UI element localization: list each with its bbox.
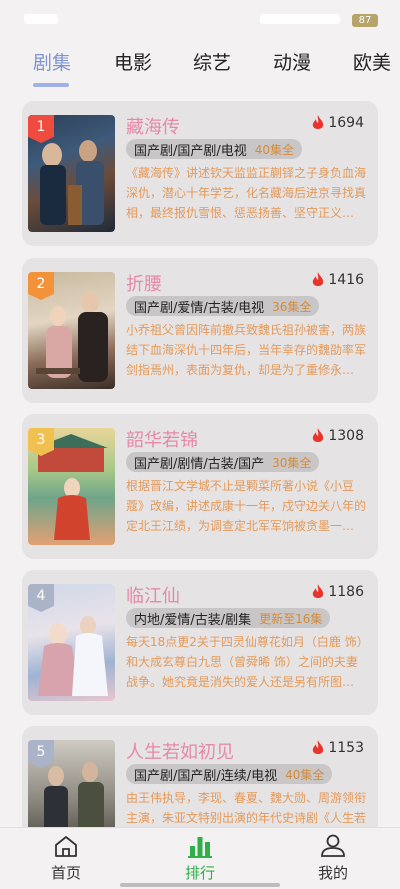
nav-ranking-label: 排行 (184, 864, 215, 882)
genre-text: 国产剧/国产剧/电视 (134, 143, 247, 159)
home-icon (55, 836, 77, 857)
home-indicator (120, 883, 280, 887)
heat-value: 1694 (328, 115, 364, 131)
heat-score: 1153 (311, 740, 364, 756)
heat-value: 1186 (328, 584, 364, 600)
genre-text: 内地/爱情/古装/剧集 (134, 612, 252, 628)
fire-icon (313, 115, 324, 129)
show-title[interactable]: 人生若如初见 (126, 738, 234, 764)
ranking-card[interactable]: 1 藏海传 1694 国产剧/国产剧/电视 40集全 《藏海传》讲述钦天监监正蒯… (22, 101, 378, 246)
genre-tags: 内地/爱情/古装/剧集 更新至16集 (126, 608, 331, 628)
episode-count: 40集全 (285, 767, 325, 782)
poster-image: 1 (28, 115, 115, 232)
heat-score: 1186 (311, 584, 364, 600)
genre-tags: 国产剧/爱情/古装/电视 36集全 (126, 296, 320, 316)
status-time (24, 14, 58, 24)
poster-image: 3 (28, 428, 115, 545)
tab-anime[interactable]: 动漫 (273, 48, 311, 75)
nav-home-label: 首页 (50, 864, 81, 882)
episode-count: 30集全 (272, 455, 312, 470)
ranking-card[interactable]: 4 临江仙 1186 内地/爱情/古装/剧集 更新至16集 每天18点更2关于四… (22, 570, 378, 715)
nav-ranking[interactable]: 排行 (160, 834, 240, 883)
heat-value: 1308 (328, 428, 364, 444)
battery-indicator: 87 (352, 14, 378, 27)
profile-icon (321, 834, 345, 857)
fire-icon (313, 428, 324, 442)
tab-series[interactable]: 剧集 (33, 48, 71, 75)
genre-tags: 国产剧/剧情/古装/国产 30集全 (126, 452, 320, 472)
episode-count: 更新至16集 (259, 611, 323, 626)
heat-score: 1694 (311, 115, 364, 131)
show-description: 根据晋江文学城不止是颗菜所著小说《小豆蔻》改编，讲述成康十一年，戍守边关八年的定… (126, 479, 366, 533)
show-description: 小乔祖父曾因阵前撤兵致魏氏祖孙被害，两族结下血海深仇十四年后，当年幸存的魏劭率军… (126, 323, 366, 377)
nav-profile-label: 我的 (317, 864, 348, 882)
heat-score: 1308 (311, 428, 364, 444)
tab-variety[interactable]: 综艺 (193, 48, 231, 75)
status-bar: 87 (0, 0, 400, 40)
episode-count: 40集全 (254, 142, 295, 157)
tab-movies[interactable]: 电影 (114, 48, 152, 75)
heat-score: 1416 (311, 272, 364, 288)
genre-tags: 国产剧/国产剧/电视 40集全 (126, 139, 303, 159)
genre-tags: 国产剧/国产剧/连续/电视 40集全 (126, 764, 333, 784)
episode-count: 36集全 (272, 299, 312, 314)
ranking-card[interactable]: 3 韶华若锦 1308 国产剧/剧情/古装/国产 30集全 根据晋江文学城不止是… (22, 414, 378, 559)
show-title[interactable]: 折腰 (126, 270, 162, 296)
tab-western[interactable]: 欧美 (353, 48, 391, 75)
show-description: 每天18点更2关于四灵仙尊花如月（白鹿 饰）和大成玄尊白九思（曾舜晞 饰）之间的… (126, 635, 366, 689)
fire-icon (313, 584, 324, 598)
poster-image: 2 (28, 272, 115, 389)
show-title[interactable]: 韶华若锦 (126, 426, 198, 452)
show-title[interactable]: 藏海传 (126, 113, 180, 139)
poster-image: 4 (28, 584, 115, 701)
show-description: 《藏海传》讲述钦天监监正蒯铎之子身负血海深仇，潜心十年学艺，化名藏海后进京寻找真… (126, 166, 366, 220)
fire-icon (313, 272, 324, 286)
show-title[interactable]: 临江仙 (126, 582, 180, 608)
ranking-icon (188, 837, 212, 858)
genre-text: 国产剧/国产剧/连续/电视 (134, 768, 278, 784)
nav-profile[interactable]: 我的 (293, 834, 373, 883)
bottom-nav: 首页 排行 我的 (0, 827, 400, 889)
genre-text: 国产剧/爱情/古装/电视 (134, 300, 265, 316)
active-tab-indicator (33, 83, 69, 87)
ranking-card[interactable]: 2 折腰 1416 国产剧/爱情/古装/电视 36集全 小乔祖父曾因阵前撤兵致魏… (22, 258, 378, 403)
status-icons (260, 14, 340, 24)
heat-value: 1153 (328, 740, 364, 756)
category-tabs: 剧集 电影 综艺 动漫 欧美 (0, 44, 400, 88)
heat-value: 1416 (328, 272, 364, 288)
genre-text: 国产剧/剧情/古装/国产 (134, 456, 265, 472)
fire-icon (313, 740, 324, 754)
nav-home[interactable]: 首页 (26, 834, 106, 883)
